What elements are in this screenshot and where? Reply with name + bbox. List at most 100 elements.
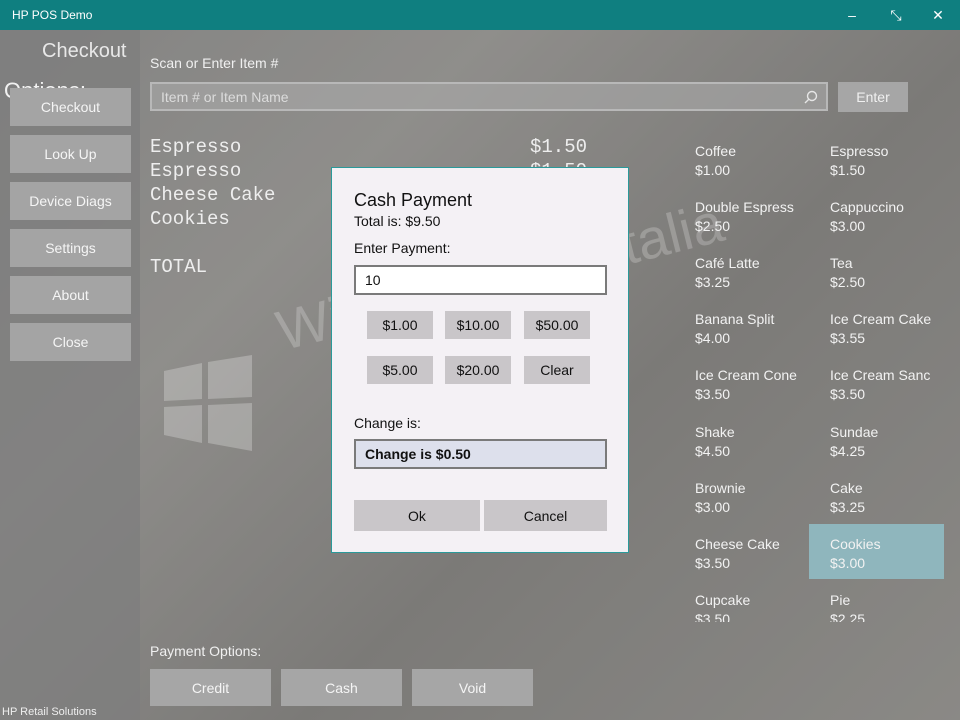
product-name: Ice Cream Cone [695,367,797,383]
receipt-price: $1.50 [530,136,588,158]
receipt-item: Espresso [150,136,242,158]
product-price: $3.50 [695,386,731,402]
product-price: $3.50 [695,555,731,571]
clear-button[interactable]: Clear [524,356,590,384]
page-heading: Checkout [42,40,127,62]
product-tile[interactable]: Café Latte $3.25 [685,247,820,299]
product-price: $4.00 [695,330,731,346]
product-price: $3.25 [695,274,731,290]
product-tile[interactable]: Ice Cream Cone $3.50 [685,359,820,411]
product-tile[interactable]: Cappuccino $3.00 [820,191,955,243]
product-tile[interactable]: Cheese Cake $3.50 [685,528,820,580]
windows-logo-watermark [164,355,252,451]
product-price: $4.50 [695,443,731,459]
checkout-button[interactable]: Checkout [10,88,131,126]
change-label: Change is: [354,415,421,431]
product-tile[interactable]: Tea $2.50 [820,247,955,299]
cash-1-button[interactable]: $1.00 [367,311,433,339]
footer-brand: HP Retail Solutions [2,706,97,718]
product-tile[interactable]: Banana Split $4.00 [685,303,820,355]
product-name: Café Latte [695,255,760,271]
item-search-input[interactable] [161,88,781,105]
device-diags-button[interactable]: Device Diags [10,182,131,220]
product-name: Ice Cream Cake [830,311,932,327]
app-title: HP POS Demo [12,8,93,22]
product-name: Pie [830,592,851,608]
options-sidebar: Checkout Options: [0,30,140,720]
payment-amount-input[interactable]: 10 [354,265,607,295]
product-tile[interactable]: Ice Cream Cake $3.55 [820,303,955,355]
product-price: $1.00 [695,162,731,178]
product-price: $4.25 [830,443,866,459]
product-price: $2.50 [830,274,866,290]
product-name: Cheese Cake [695,536,780,552]
product-price: $3.00 [830,218,866,234]
change-value: Change is $0.50 [354,439,607,469]
product-price: $3.00 [695,499,731,515]
product-tile[interactable]: Shake $4.50 [685,416,820,468]
product-name: Cake [830,480,863,496]
cash-10-button[interactable]: $10.00 [445,311,511,339]
title-bar: HP POS Demo – ⤡ ✕ [0,0,960,30]
product-price: $3.50 [695,611,731,622]
dialog-title: Cash Payment [354,190,473,210]
product-name: Ice Cream Sanc [830,367,931,383]
receipt-total-label: TOTAL [150,256,208,278]
product-name: Cupcake [695,592,751,608]
total-amount: Total is: $9.50 [354,213,441,229]
product-name: Banana Split [695,311,775,327]
scan-label: Scan or Enter Item # [150,55,279,71]
product-price: $3.50 [830,386,866,402]
product-price: $1.50 [830,162,866,178]
ok-button[interactable]: Ok [354,500,480,531]
cash-payment-dialog: Cash Payment Total is: $9.50 Enter Payme… [331,167,629,553]
product-name: Coffee [695,143,736,159]
close-button[interactable]: Close [10,323,131,361]
product-tile-selected[interactable]: Cookies $3.00 [809,524,944,579]
cash-5-button[interactable]: $5.00 [367,356,433,384]
enter-button[interactable]: Enter [838,82,908,112]
minimize-icon: – [848,7,856,23]
product-price: $2.50 [695,218,731,234]
product-name: Double Espress [695,199,794,215]
product-price: $3.00 [830,555,866,571]
product-name: Tea [830,255,853,271]
cancel-button[interactable]: Cancel [484,500,607,531]
credit-button[interactable]: Credit [150,669,271,706]
product-tile[interactable]: Cake $3.25 [820,472,955,524]
product-price: $3.25 [830,499,866,515]
search-box [150,82,828,111]
payment-options-label: Payment Options: [150,643,262,659]
product-tile[interactable]: Espresso $1.50 [820,135,955,187]
cash-button[interactable]: Cash [281,669,402,706]
search-icon[interactable] [804,90,818,104]
restore-icon: ⤡ [890,6,902,23]
cash-50-button[interactable]: $50.00 [524,311,590,339]
product-tile[interactable]: Cupcake $3.50 [685,584,820,622]
close-window-button[interactable]: ✕ [918,0,958,30]
receipt-item: Espresso [150,160,242,182]
receipt-item: Cheese Cake [150,184,276,206]
product-tile[interactable]: Brownie $3.00 [685,472,820,524]
product-name: Brownie [695,480,746,496]
product-tile[interactable]: Coffee $1.00 [685,135,820,187]
product-tile[interactable]: Double Espress $2.50 [685,191,820,243]
product-name: Espresso [830,143,889,159]
product-price: $2.25 [830,611,866,622]
cash-20-button[interactable]: $20.00 [445,356,511,384]
product-name: Shake [695,424,735,440]
enter-payment-label: Enter Payment: [354,240,451,256]
look-up-button[interactable]: Look Up [10,135,131,173]
restore-button[interactable]: ⤡ [876,0,916,30]
minimize-button[interactable]: – [832,0,872,30]
settings-button[interactable]: Settings [10,229,131,267]
product-tile[interactable]: Ice Cream Sanc $3.50 [820,359,955,411]
receipt-item: Cookies [150,208,230,230]
about-button[interactable]: About [10,276,131,314]
product-tile[interactable]: Sundae $4.25 [820,416,955,468]
product-name: Sundae [830,424,879,440]
product-tile[interactable]: Pie $2.25 [820,584,955,622]
product-name: Cappuccino [830,199,904,215]
product-price: $3.55 [830,330,866,346]
void-button[interactable]: Void [412,669,533,706]
